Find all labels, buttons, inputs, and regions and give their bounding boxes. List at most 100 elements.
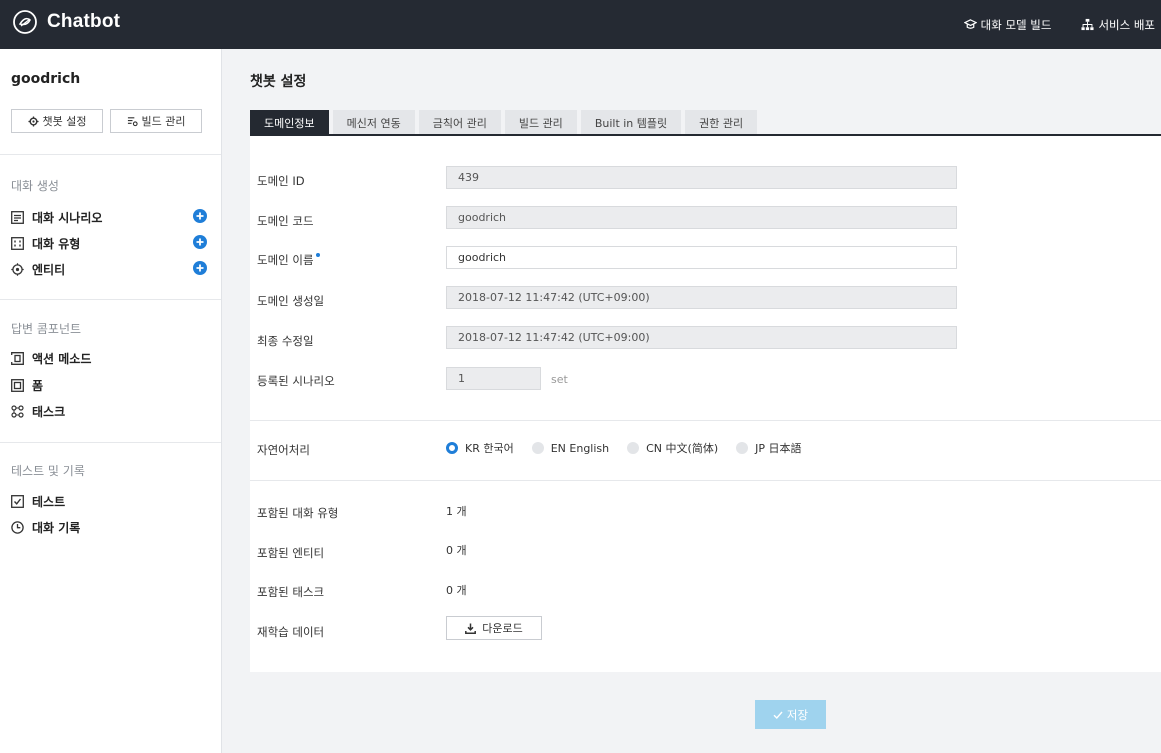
save-label: 저장 (786, 707, 809, 722)
radio-unselected-icon (736, 442, 749, 454)
sidebar-item-label: 액션 메소드 (32, 351, 92, 366)
included-intents-count: 1 개 (446, 505, 467, 518)
section-separator (250, 480, 1161, 481)
section-title-test-history: 테스트 및 기록 (11, 464, 85, 478)
domain-code-label: 도메인 코드 (257, 214, 314, 228)
radio-option-en[interactable]: EN English (531, 441, 610, 455)
sidebar-item-dialog-type[interactable]: 대화 유형 (11, 234, 207, 252)
form-icon (11, 378, 24, 392)
sidebar-item-task[interactable]: 태스크 (11, 402, 207, 420)
radio-option-jp[interactable]: JP 日本語 (736, 440, 802, 456)
tab-banned-words[interactable]: 금칙어 관리 (418, 110, 501, 135)
app-logo[interactable]: Chatbot (12, 9, 120, 35)
add-entity-icon[interactable] (193, 261, 207, 275)
nlp-language-radio-group: KR 한국어 EN English CN 中文(简体) JP 日本語 (446, 441, 820, 455)
tab-messenger-integration[interactable]: 메신저 연동 (332, 110, 415, 135)
settings-tabs: 도메인정보 메신저 연동 금칙어 관리 빌드 관리 Built in 템플릿 권… (250, 110, 761, 135)
radio-unselected-icon (627, 442, 640, 454)
deploy-service-label: 서비스 배포 (1098, 17, 1155, 32)
sidebar-item-label: 엔티티 (32, 262, 66, 277)
domain-info-panel: 도메인 ID 439 도메인 코드 goodrich 도메인 이름 goodri… (250, 136, 1161, 672)
project-name: goodrich (11, 71, 81, 87)
build-settings-icon (127, 116, 138, 126)
domain-name-label-text: 도메인 이름 (257, 253, 314, 267)
sitemap-icon (1081, 18, 1094, 31)
section-title-answer-components: 답변 콤포넌트 (11, 322, 82, 336)
radio-option-label: EN English (550, 441, 610, 455)
build-manage-button[interactable]: 빌드 관리 (110, 109, 202, 133)
action-method-icon (11, 351, 24, 365)
check-icon (773, 711, 783, 719)
domain-created-label: 도메인 생성일 (257, 294, 325, 308)
intent-icon (11, 236, 24, 250)
download-button[interactable]: 다운로드 (446, 616, 542, 640)
deploy-service-button[interactable]: 서비스 배포 (1081, 17, 1155, 33)
domain-id-field: 439 (446, 166, 957, 189)
domain-code-field: goodrich (446, 206, 957, 229)
sidebar-item-label: 대화 기록 (32, 520, 81, 535)
radio-selected-icon (446, 442, 458, 454)
sidebar-item-label: 테스트 (32, 494, 66, 509)
add-scenario-icon[interactable] (193, 209, 207, 223)
radio-option-label: CN 中文(简体) (646, 442, 719, 455)
build-manage-label: 빌드 관리 (141, 115, 186, 128)
tab-builtin-templates[interactable]: Built in 템플릿 (580, 110, 682, 135)
sidebar-item-label: 대화 시나리오 (32, 210, 103, 225)
scenario-icon (11, 210, 24, 224)
registered-scenarios-field: 1 (446, 367, 541, 390)
sidebar-item-dialog-history[interactable]: 대화 기록 (11, 518, 207, 536)
task-icon (11, 404, 24, 418)
sidebar-item-form[interactable]: 폼 (11, 376, 207, 394)
radio-unselected-icon (531, 442, 544, 454)
sidebar-item-label: 대화 유형 (32, 236, 81, 251)
tab-domain-info[interactable]: 도메인정보 (250, 110, 329, 135)
tab-permissions[interactable]: 권한 관리 (685, 110, 758, 135)
sidebar-item-label: 폼 (32, 378, 44, 393)
sidebar: goodrich 챗봇 설정 빌드 관리 대화 생성 대화 시나리오 대화 유형… (0, 49, 222, 753)
included-tasks-count: 0 개 (446, 584, 467, 597)
download-label: 다운로드 (482, 622, 523, 635)
graduation-cap-icon (963, 19, 977, 29)
radio-option-label: JP 日本語 (755, 442, 802, 455)
chatbot-settings-button[interactable]: 챗봇 설정 (11, 109, 103, 133)
section-separator (250, 420, 1161, 421)
chatbot-logo-icon (13, 10, 37, 34)
sidebar-item-entity[interactable]: 엔티티 (11, 260, 207, 278)
last-modified-field: 2018-07-12 11:47:42 (UTC+09:00) (446, 326, 957, 349)
chatbot-settings-label: 챗봇 설정 (42, 115, 87, 128)
scenarios-unit: set (551, 373, 568, 386)
sidebar-divider (0, 442, 221, 443)
included-entities-count: 0 개 (446, 544, 467, 557)
radio-option-kr[interactable]: KR 한국어 (446, 440, 514, 456)
download-icon (465, 623, 477, 634)
build-model-label: 대화 모델 빌드 (980, 17, 1052, 32)
domain-created-field: 2018-07-12 11:47:42 (UTC+09:00) (446, 286, 957, 309)
page-title: 챗봇 설정 (250, 74, 307, 90)
section-title-dialog-creation: 대화 생성 (11, 179, 59, 193)
add-dialog-type-icon[interactable] (193, 235, 207, 249)
included-tasks-label: 포함된 태스크 (257, 585, 325, 599)
included-intents-label: 포함된 대화 유형 (257, 506, 339, 520)
registered-scenarios-label: 등록된 시나리오 (257, 374, 335, 388)
sidebar-item-action-method[interactable]: 액션 메소드 (11, 349, 207, 367)
domain-id-label: 도메인 ID (257, 174, 305, 188)
sidebar-item-test[interactable]: 테스트 (11, 492, 207, 510)
nlp-label: 자연어처리 (257, 443, 310, 457)
required-indicator (315, 253, 320, 257)
sidebar-divider (0, 154, 221, 155)
domain-name-label: 도메인 이름 (257, 252, 320, 268)
save-button[interactable]: 저장 (755, 700, 826, 729)
radio-option-cn[interactable]: CN 中文(简体) (627, 440, 718, 456)
sidebar-item-label: 태스크 (32, 404, 66, 419)
app-title: Chatbot (47, 11, 121, 32)
sidebar-item-dialog-scenario[interactable]: 대화 시나리오 (11, 208, 207, 226)
tab-build-manage[interactable]: 빌드 관리 (504, 110, 577, 135)
included-entities-label: 포함된 엔티티 (257, 546, 325, 560)
test-icon (11, 494, 24, 508)
history-clock-icon (11, 520, 24, 534)
retrain-data-label: 재학습 데이터 (257, 625, 325, 639)
top-navigation-bar: Chatbot 대화 모델 빌드 서비스 배포 (0, 0, 1161, 49)
build-model-button[interactable]: 대화 모델 빌드 (963, 17, 1052, 33)
gear-icon (27, 115, 39, 127)
domain-name-input[interactable]: goodrich (446, 246, 957, 269)
